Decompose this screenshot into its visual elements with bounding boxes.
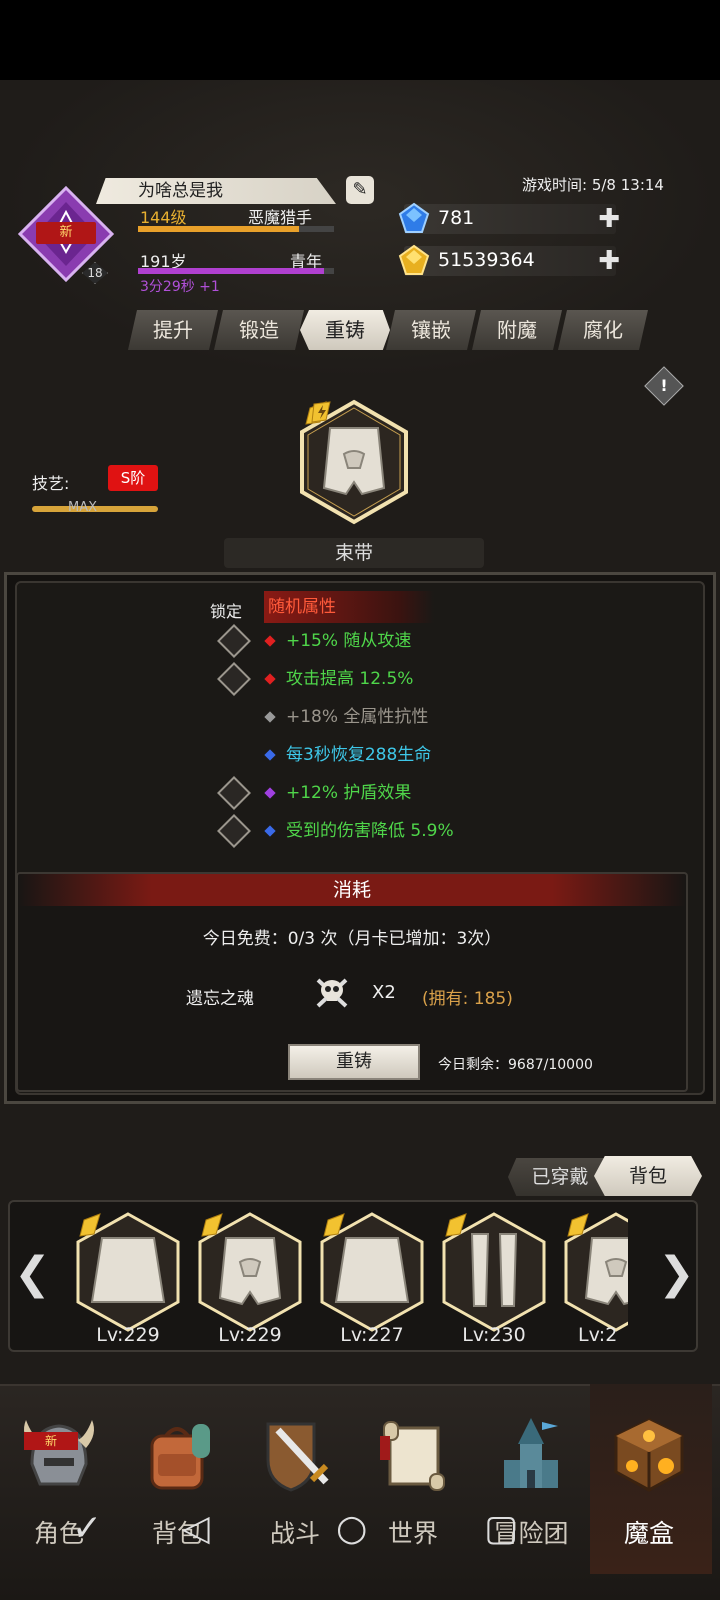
- tab-upgrade[interactable]: 提升: [128, 310, 218, 350]
- edit-name-icon[interactable]: ✎: [346, 176, 374, 204]
- lock-label: 锁定: [210, 602, 243, 621]
- nav-magic-box[interactable]: 魔盒: [590, 1384, 712, 1574]
- system-back-icon[interactable]: ✓: [72, 1508, 102, 1549]
- magic-cube-icon: [614, 1418, 684, 1492]
- attribute-text: 攻击提高 12.5%: [286, 669, 414, 689]
- material-name: 遗忘之魂: [186, 989, 254, 1009]
- skill-max-text: MAX: [68, 500, 98, 515]
- new-badge: 新: [36, 222, 96, 244]
- skill-label: 技艺:: [32, 474, 70, 493]
- skull-icon: [316, 978, 348, 1008]
- player-level: 144级: [140, 208, 187, 227]
- level-progress-bar: [138, 226, 334, 232]
- helmet-icon: [24, 1420, 94, 1486]
- item-level: Lv:229: [218, 1324, 282, 1346]
- tab-corrupt[interactable]: 腐化: [558, 310, 648, 350]
- random-attributes-title: 随机属性: [264, 591, 434, 623]
- inventory-item[interactable]: [316, 1210, 428, 1334]
- attribute-text: +12% 护盾效果: [286, 783, 412, 803]
- scroll-map-icon: [380, 1421, 445, 1491]
- attribute-gem-icon: [264, 825, 276, 837]
- free-count-text: 今日免费：0/3 次（月卡已增加：3次）: [202, 929, 502, 949]
- inventory-item[interactable]: [194, 1210, 306, 1334]
- attribute-gem-icon: [264, 749, 276, 761]
- tab-forge[interactable]: 锻造: [214, 310, 304, 350]
- scroll-left-arrow[interactable]: ❮: [14, 1248, 51, 1299]
- attribute-row: 每3秒恢复288生命: [264, 742, 432, 768]
- lightning-badge-icon: [311, 401, 331, 423]
- nav-new-badge: 新: [24, 1432, 78, 1450]
- tab-recast[interactable]: 重铸: [300, 310, 390, 350]
- inventory-item[interactable]: [438, 1210, 550, 1334]
- game-time: 游戏时间: 5/8 13:14: [522, 176, 664, 194]
- scroll-right-arrow[interactable]: ❯: [658, 1248, 695, 1299]
- add-gems-button[interactable]: ✚: [598, 206, 620, 232]
- consume-title: 消耗: [18, 874, 686, 906]
- forge-tabs: 提升 锻造 重铸 镶嵌 附魔 腐化: [128, 310, 682, 352]
- item-level: Lv:227: [340, 1324, 404, 1346]
- status-bar: [0, 0, 720, 80]
- nav-world[interactable]: 世界: [354, 1384, 472, 1574]
- gold-currency: 51539364 ✚: [398, 244, 620, 276]
- gem-amount: 781: [438, 207, 475, 229]
- item-level: Lv:229: [96, 1324, 160, 1346]
- gold-gem-icon: [398, 244, 430, 275]
- attribute-row: 攻击提高 12.5%: [264, 666, 414, 692]
- tab-enchant[interactable]: 附魔: [472, 310, 562, 350]
- attribute-gem-icon: [264, 673, 276, 685]
- attribute-text: +18% 全属性抗性: [286, 707, 429, 727]
- nav-label-world: 世界: [387, 1519, 438, 1548]
- gold-amount: 51539364: [438, 249, 535, 271]
- nav-label-backpack: 背包: [151, 1519, 202, 1548]
- sword-shield-icon: [266, 1422, 329, 1492]
- backpack-icon: [150, 1424, 210, 1490]
- player-name: 为啥总是我: [96, 178, 336, 204]
- attribute-gem-icon: [264, 711, 276, 723]
- attribute-row: +12% 护盾效果: [264, 780, 412, 806]
- add-gold-button[interactable]: ✚: [598, 248, 620, 274]
- gem-currency: 781 ✚: [398, 202, 620, 234]
- item-name: 束带: [224, 538, 484, 568]
- system-home-icon[interactable]: ○: [336, 1508, 367, 1549]
- player-class: 恶魔猎手: [248, 208, 313, 227]
- attribute-gem-icon: [264, 635, 276, 647]
- attribute-row: +18% 全属性抗性: [264, 704, 429, 730]
- item-level: Lv:230: [462, 1324, 526, 1346]
- nav-backpack[interactable]: 背包: [118, 1384, 236, 1574]
- item-level: Lv:2: [578, 1324, 618, 1346]
- tab-inlay[interactable]: 镶嵌: [386, 310, 476, 350]
- level-progress-fill: [138, 226, 299, 232]
- material-count: X2: [372, 982, 396, 1003]
- consume-section: 消耗 今日免费：0/3 次（月卡已增加：3次） 遗忘之魂 X2 (拥有: 185…: [16, 872, 688, 1092]
- attribute-row: +15% 随从攻速: [264, 628, 412, 654]
- attribute-text: 受到的伤害降低 5.9%: [286, 821, 454, 841]
- remaining-count: 今日剩余：9687/10000: [438, 1057, 593, 1073]
- inventory-item[interactable]: [72, 1210, 184, 1334]
- age-timer: 3分29秒 +1: [140, 279, 220, 295]
- attribute-gem-icon: [264, 787, 276, 799]
- age-progress-bar: [138, 268, 334, 274]
- age-progress-fill: [138, 268, 325, 274]
- attribute-row: 受到的伤害降低 5.9%: [264, 818, 454, 844]
- castle-icon: [504, 1418, 558, 1488]
- system-menu-icon[interactable]: ▢: [484, 1508, 518, 1549]
- attribute-text: 每3秒恢复288生命: [286, 745, 432, 765]
- tab-backpack[interactable]: 背包: [594, 1156, 702, 1196]
- blue-gem-icon: [398, 202, 430, 233]
- system-recent-icon[interactable]: ◁: [182, 1508, 210, 1549]
- material-owned: (拥有: 185): [422, 989, 513, 1009]
- recast-button[interactable]: 重铸: [288, 1044, 420, 1080]
- skill-tier-badge: S阶: [108, 465, 158, 491]
- nav-label-magic-box: 魔盒: [623, 1519, 674, 1548]
- attribute-text: +15% 随从攻速: [286, 631, 412, 651]
